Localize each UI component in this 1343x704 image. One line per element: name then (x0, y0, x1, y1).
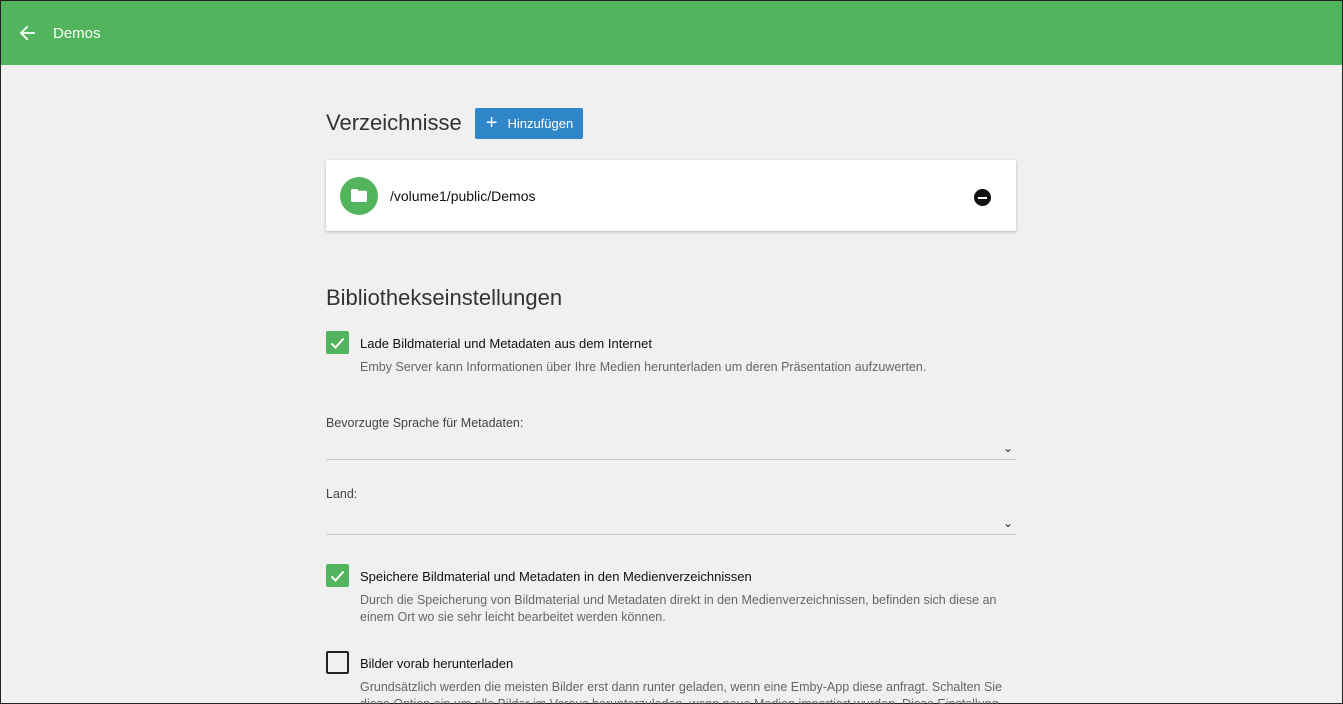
predownload-description: Grundsätzlich werden die meisten Bilder … (360, 680, 1003, 704)
library-settings-title: Bibliothekseinstellungen (326, 285, 563, 310)
save-local-text: Speichere Bildmaterial und Metadaten in … (360, 564, 1010, 626)
predownload-checkbox[interactable] (326, 651, 349, 674)
language-label: Bevorzugte Sprache für Metadaten: (326, 416, 524, 430)
predownload-option: Bilder vorab herunterladen Grundsätzlich… (326, 651, 1016, 704)
predownload-text: Bilder vorab herunterladen Grundsätzlich… (360, 651, 1010, 704)
download-internet-label: Lade Bildmaterial und Metadaten aus dem … (360, 336, 652, 351)
country-field: Land: ⌄ (326, 487, 1016, 535)
folder-path: /volume1/public/Demos (390, 187, 536, 204)
folder-list-item[interactable]: /volume1/public/Demos (326, 160, 1016, 231)
main-content: Verzeichnisse + Hinzufügen /volume1/publ… (326, 65, 1016, 704)
download-internet-text: Lade Bildmaterial und Metadaten aus dem … (360, 331, 1010, 376)
save-local-description: Durch die Speicherung von Bildmaterial u… (360, 593, 997, 624)
app-bar: Demos (1, 1, 1342, 65)
save-local-option: Speichere Bildmaterial und Metadaten in … (326, 564, 1016, 626)
save-local-label: Speichere Bildmaterial und Metadaten in … (360, 569, 752, 584)
country-select[interactable]: ⌄ (326, 511, 1016, 535)
download-internet-checkbox[interactable] (326, 331, 349, 354)
language-select[interactable]: ⌄ (326, 436, 1016, 460)
remove-folder-icon[interactable] (974, 189, 991, 206)
page-title: Demos (53, 24, 101, 42)
download-internet-description: Emby Server kann Informationen über Ihre… (360, 360, 927, 374)
save-local-checkbox[interactable] (326, 564, 349, 587)
folder-icon (340, 176, 378, 215)
download-internet-option: Lade Bildmaterial und Metadaten aus dem … (326, 331, 1016, 376)
folders-title: Verzeichnisse (326, 110, 462, 135)
plus-icon: + (485, 112, 498, 134)
checkmark-icon (330, 570, 345, 582)
arrow-left-icon (19, 25, 35, 41)
checkmark-icon (330, 337, 345, 349)
back-button[interactable] (1, 1, 53, 65)
chevron-down-icon: ⌄ (1002, 441, 1013, 455)
language-field: Bevorzugte Sprache für Metadaten: ⌄ (326, 416, 1016, 460)
country-label: Land: (326, 487, 358, 501)
add-folder-label: Hinzufügen (507, 115, 574, 131)
predownload-label: Bilder vorab herunterladen (360, 656, 514, 671)
folders-header: Verzeichnisse + Hinzufügen (326, 107, 1016, 139)
chevron-down-icon: ⌄ (1002, 516, 1013, 530)
add-folder-button[interactable]: + Hinzufügen (474, 107, 584, 139)
